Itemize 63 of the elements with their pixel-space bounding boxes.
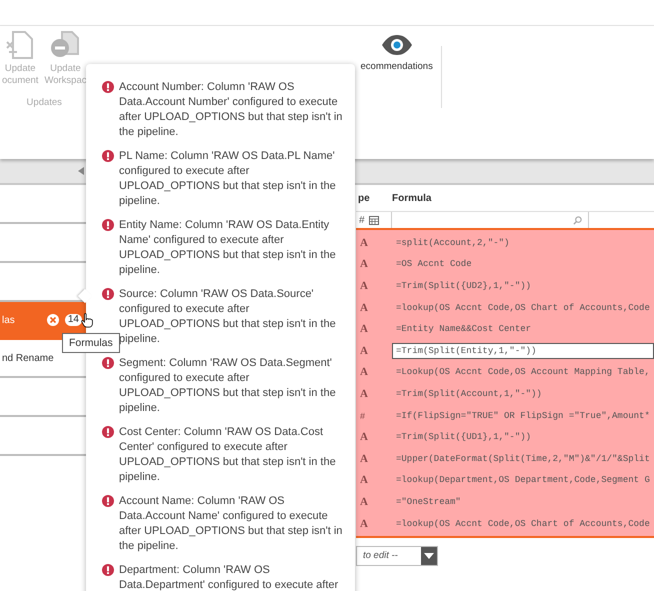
error-message: Source: Column 'RAW OS Data.Source' configured to execute after UPLOAD_OPTIONS but that step isn't in the pipeline. [119,287,337,347]
error-message: Entity Name: Column 'RAW OS Data.Entity Name' configured to execute after UPLOAD_OPTIONS but that step isn't in the pipeline. [119,218,337,278]
formula-cell-text: =OS Accnt Code [395,259,472,270]
edit-dropdown[interactable]: to edit -- [356,546,438,566]
formula-cell-text: =lookup(OS Accnt Code,OS Chart of Accounts,Code [395,302,650,313]
type-cell-text: A [359,344,369,357]
type-cell-text: A [359,366,369,378]
error-message: Department: Column 'RAW OS Data.Department' configured to execute after [119,563,340,591]
item-label: las [2,314,16,326]
error-icon [102,564,114,576]
type-cell-text: A [359,518,369,530]
error-icon [102,495,114,507]
type-cell-text: A [359,388,369,400]
formula-cell-text: =Trim(Split(Account,1,"-")) [395,388,542,399]
error-message: PL Name: Column 'RAW OS Data.PL Name' configured to execute after UPLOAD_OPTIONS but that step isn't in the pipeline. [119,149,337,209]
type-cell-text: A [359,236,369,249]
document-minus-icon [50,30,80,60]
column-header[interactable]: pe [356,192,392,204]
document-math-icon [5,30,36,60]
type-cell-text: A [359,474,369,486]
formula-cell-text: =Trim(Split({UD1},1,"-")) [395,432,532,442]
recommendations-button[interactable]: ecommendations [358,26,435,75]
type-cell-text: A [359,323,369,336]
type-cell-text: A [359,280,369,292]
collapse-arrow-icon[interactable] [78,167,84,175]
column-header[interactable]: Formula [392,192,432,204]
error-message: Segment: Column 'RAW OS Data.Segment' configured to execute after UPLOAD_OPTIONS but that step isn't in the pipeline. [119,356,337,416]
error-icon [102,219,114,231]
error-message: Account Name: Column 'RAW OS Data.Account Name' configured to execute after UPLOAD_OPTIONS but that step isn't in the pipeline. [119,494,344,554]
error-icon [102,150,114,162]
group-label: Updates [26,97,62,108]
formula-cell-text: =Lookup(OS Accnt Code,OS Account Mapping Table, [395,367,650,378]
type-cell-text: A [359,496,369,508]
type-cell-text: A [359,258,369,270]
formula-cell-text: =Entity Name&&Cost Center [395,324,532,334]
formula-cell-text: =split(Account,2,"-") [395,238,510,248]
formula-cell-text: =Trim(Split({UD2},1,"-")) [395,280,532,291]
count-badge: 14 [64,314,82,326]
formula-field[interactable]: =Trim(Split(Entity,1,"-")) [392,342,654,359]
formula-cell-text: =lookup(OS Accnt Code,OS Chart of Accounts,Code [395,518,650,529]
list-item[interactable]: las 14 [0,302,86,340]
formula-cell-text: =If(FlipSign="TRUE" OR FlipSign ="True",Amount* [395,410,650,421]
remove-icon[interactable] [46,314,59,326]
formula-cell-text: =Upper(DateFormat(Split(Time,2,"M")&"/1/"&Split [395,454,650,464]
formula-cell-text: ="OneStream" [395,496,461,507]
error-icon [102,81,114,93]
error-icon [102,357,114,369]
type-cell-text: # [359,410,366,421]
dropdown-caret-icon [424,553,434,560]
search-icon [573,216,582,224]
item-label: nd Rename [2,352,55,364]
error-icon [102,288,114,300]
error-icon [102,426,114,438]
type-cell-text: A [359,302,369,314]
tooltip: Formulas [62,333,120,353]
eye-icon [380,34,413,56]
formula-cell-text: =lookup(Department,OS Department,Code,Segment G [395,475,650,486]
calendar-icon[interactable] [368,215,379,225]
error-message: Cost Center: Column 'RAW OS Data.Cost Center' configured to execute after UPLOAD_OPTIONS but that step isn't in the pipeline. [119,425,337,485]
type-cell-text: A [359,431,369,444]
number-filter[interactable]: # [359,214,365,226]
error-message: Account Number: Column 'RAW OS Data.Account Number' configured to execute after UPLOAD_OPTIONS but that step isn't in the pipeline. [119,80,344,140]
type-cell-text: A [359,452,369,465]
